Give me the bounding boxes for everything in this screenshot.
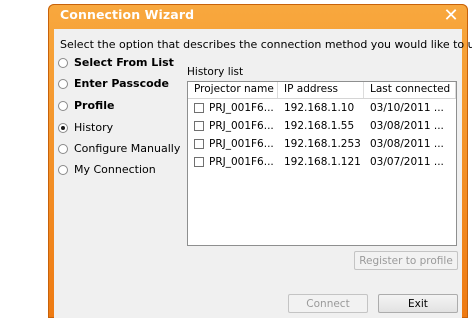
exit-button[interactable]: Exit: [378, 294, 458, 313]
radio-icon[interactable]: [58, 143, 68, 154]
register-to-profile-button[interactable]: Register to profile: [354, 251, 458, 270]
dialog-body: Select the option that describes the con…: [54, 29, 472, 318]
last-connected: 03/07/2011 ...: [370, 156, 444, 168]
row-checkbox[interactable]: [194, 103, 204, 113]
last-connected: 03/08/2011 ...: [370, 138, 444, 150]
row-checkbox[interactable]: [194, 139, 204, 149]
column-header-projector-name[interactable]: Projector name: [188, 82, 278, 98]
history-row[interactable]: PRJ_001F6... 192.168.1.121 03/07/2011 ..…: [188, 153, 456, 171]
window-title: Connection Wizard: [60, 7, 195, 22]
radio-icon[interactable]: [58, 100, 68, 111]
row-checkbox[interactable]: [194, 157, 204, 167]
column-header-last-connected[interactable]: Last connected: [364, 82, 456, 98]
radio-icon[interactable]: [58, 164, 68, 175]
projector-name-cell: PRJ_001F6...: [188, 138, 278, 150]
connection-wizard-window: Connection Wizard ✕ Select the option th…: [48, 4, 472, 318]
ip-address: 192.168.1.55: [284, 120, 355, 132]
history-list-header: Projector name IP address Last connected: [188, 82, 456, 99]
ip-address: 192.168.1.121: [284, 156, 361, 168]
projector-name: PRJ_001F6...: [209, 120, 274, 132]
column-header-ip-address[interactable]: IP address: [278, 82, 364, 98]
history-list[interactable]: Projector name IP address Last connected…: [187, 81, 457, 246]
last-connected: 03/10/2011 ...: [370, 102, 444, 114]
close-button[interactable]: ✕: [440, 7, 462, 25]
option-label: Select From List: [74, 56, 174, 69]
radio-icon[interactable]: [58, 57, 68, 68]
projector-name: PRJ_001F6...: [209, 102, 274, 114]
projector-name-cell: PRJ_001F6...: [188, 102, 278, 114]
option-configure-manually[interactable]: Configure Manually: [58, 142, 180, 155]
radio-checked-icon[interactable]: [58, 122, 68, 133]
option-history[interactable]: History: [58, 121, 113, 134]
connect-button[interactable]: Connect: [288, 294, 368, 313]
history-row[interactable]: PRJ_001F6... 192.168.1.253 03/08/2011 ..…: [188, 135, 456, 153]
option-label: Profile: [74, 99, 115, 112]
option-label: History: [74, 121, 114, 134]
ip-address: 192.168.1.253: [284, 138, 361, 150]
radio-icon[interactable]: [58, 78, 68, 89]
option-my-connection[interactable]: My Connection: [58, 163, 156, 176]
projector-name-cell: PRJ_001F6...: [188, 120, 278, 132]
history-list-label: History list: [187, 66, 244, 78]
option-label: My Connection: [74, 163, 156, 176]
option-label: Configure Manually: [74, 142, 181, 155]
option-enter-passcode[interactable]: Enter Passcode: [58, 77, 169, 90]
last-connected: 03/08/2011 ...: [370, 120, 444, 132]
projector-name-cell: PRJ_001F6...: [188, 156, 278, 168]
ip-address: 192.168.1.10: [284, 102, 355, 114]
projector-name: PRJ_001F6...: [209, 138, 274, 150]
option-label: Enter Passcode: [74, 77, 170, 90]
instruction-text: Select the option that describes the con…: [60, 38, 472, 51]
option-select-from-list[interactable]: Select From List: [58, 56, 174, 69]
option-profile[interactable]: Profile: [58, 99, 114, 112]
projector-name: PRJ_001F6...: [209, 156, 274, 168]
row-checkbox[interactable]: [194, 121, 204, 131]
history-row[interactable]: PRJ_001F6... 192.168.1.10 03/10/2011 ...: [188, 99, 456, 117]
history-row[interactable]: PRJ_001F6... 192.168.1.55 03/08/2011 ...: [188, 117, 456, 135]
close-icon: ✕: [443, 5, 459, 26]
